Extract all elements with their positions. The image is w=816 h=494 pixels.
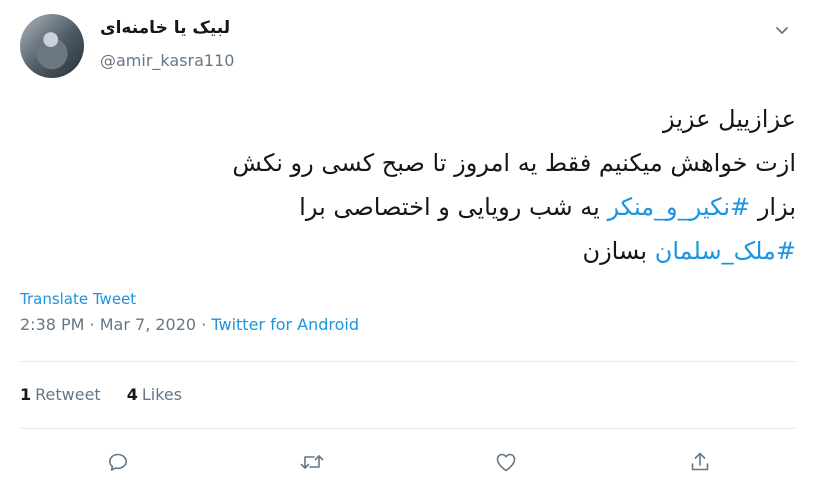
author-handle[interactable]: @amir_kasra110	[100, 51, 234, 70]
retweet-icon	[300, 455, 324, 469]
likes-label: Likes	[141, 385, 183, 404]
tweet-time[interactable]: 2:38 PM	[20, 315, 84, 334]
retweets-stat[interactable]: 1 Retweet	[20, 385, 101, 404]
like-button[interactable]	[492, 448, 520, 476]
retweet-button[interactable]	[298, 448, 326, 476]
reply-icon	[109, 453, 127, 471]
tweet-text: عزازییل عزیز ازت خواهش میکنیم فقط یه امر…	[36, 97, 796, 273]
author-display-name[interactable]: لبیک یا خامنه‌ای	[100, 18, 230, 38]
divider	[20, 361, 796, 362]
tweet-line-1: عزازییل عزیز	[662, 105, 796, 133]
avatar[interactable]	[20, 14, 84, 78]
meta-separator: ·	[89, 315, 95, 334]
divider	[20, 428, 796, 429]
tweet-line-2: ازت خواهش میکنیم فقط یه امروز تا صبح کسی…	[232, 149, 796, 177]
share-icon	[691, 452, 709, 471]
heart-icon	[496, 453, 516, 472]
tweet-line-3: بزار #نکیر_و_منکر یه شب رویایی و اختصاصی…	[36, 185, 796, 229]
translate-tweet-link[interactable]: Translate Tweet	[20, 290, 136, 308]
reply-button[interactable]	[104, 448, 132, 476]
tweet-source-link[interactable]: Twitter for Android	[211, 315, 359, 334]
tweet-line-3-start: بزار	[757, 193, 796, 221]
likes-stat[interactable]: 4 Likes	[127, 385, 182, 404]
retweets-count: 1	[20, 385, 32, 404]
tweet-meta: 2:38 PM · Mar 7, 2020 · Twitter for Andr…	[20, 315, 359, 334]
chevron-down-icon	[776, 27, 788, 34]
retweets-label: Retweet	[35, 385, 101, 404]
meta-separator: ·	[201, 315, 207, 334]
more-options-button[interactable]	[770, 18, 794, 42]
hashtag-link[interactable]: #نکیر_و_منکر	[607, 193, 750, 221]
likes-count: 4	[126, 385, 138, 404]
tweet-stats: 1 Retweet 4 Likes	[20, 385, 182, 404]
tweet-line-4: #ملک_سلمان بسازن	[36, 229, 796, 273]
tweet-line-3-end: یه شب رویایی و اختصاصی برا	[299, 193, 600, 221]
hashtag-link[interactable]: #ملک_سلمان	[655, 237, 796, 265]
tweet-date[interactable]: Mar 7, 2020	[100, 315, 196, 334]
share-button[interactable]	[686, 448, 714, 476]
tweet-line-4-end: بسازن	[582, 237, 648, 265]
